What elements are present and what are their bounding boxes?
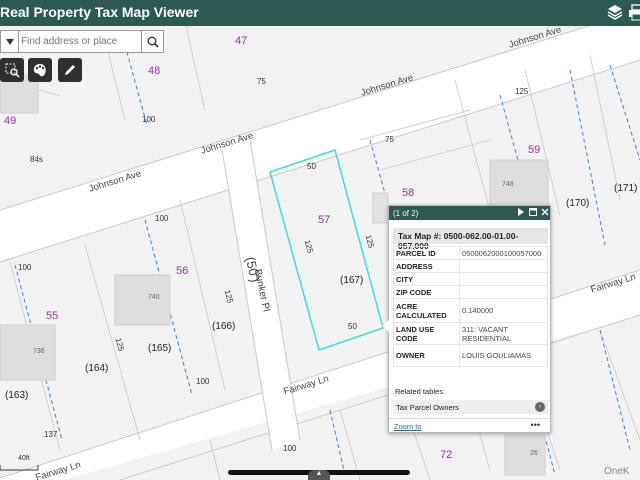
building-740 (114, 274, 171, 326)
select-parcel-icon (5, 63, 20, 78)
related-table-name: Tax Parcel Owners (396, 403, 459, 412)
palette-icon (33, 64, 46, 77)
select-parcel-button[interactable] (0, 58, 24, 82)
chevron-up-icon[interactable]: ▲ (308, 470, 330, 480)
dimension-label: 736 (33, 348, 45, 355)
popup-pointer (382, 320, 389, 332)
parcel-attribute-table: PARCEL ID 0500062000100057000 ADDRESS CIT… (393, 246, 548, 367)
popup-title: Tax Map #: 0500-062.00-01.00-057.000 (393, 228, 548, 251)
dimension-label: 100 (142, 115, 156, 124)
zoom-to-link[interactable]: Zoom to (394, 422, 422, 431)
measure-pencil-icon (65, 65, 75, 75)
lot-number: 59 (528, 144, 541, 156)
lot-number: 57 (318, 214, 331, 226)
table-row: OWNER LOUIS GOULIAMAS (393, 344, 548, 367)
field-label: ADDRESS (393, 259, 460, 273)
field-value: LOUIS GOULIAMAS (459, 344, 548, 367)
search-source-dropdown[interactable] (1, 31, 19, 52)
dimension-label: 84s (30, 155, 43, 164)
parcel-id-label: (170) (566, 198, 590, 209)
watermark: OneK (604, 466, 630, 477)
search-bar (0, 30, 164, 53)
parcel-id-label: (171) (614, 183, 638, 194)
dimension-label: 748 (502, 181, 514, 188)
lot-number: 47 (235, 35, 248, 47)
field-label: CITY (393, 272, 460, 286)
field-label: OWNER (393, 344, 460, 367)
table-row: ZIP CODE (393, 285, 548, 299)
table-row: LAND USE CODE 311: VACANT RESIDENTIAL (393, 322, 548, 345)
parcel-id-label: (165) (148, 343, 172, 354)
field-value: 0.140000 (459, 298, 548, 323)
dimension-label: 26 (530, 450, 538, 457)
search-icon (147, 36, 159, 48)
dimension-label: 125 (515, 87, 529, 96)
building-748 (489, 159, 549, 211)
field-value: 0500062000100057000 (459, 246, 548, 260)
dimension-label: 100 (283, 444, 297, 453)
related-tables-label: Related tables: (395, 387, 446, 396)
layers-icon[interactable] (606, 3, 626, 23)
field-value (459, 272, 548, 286)
popup-header: (1 of 2) (389, 206, 550, 220)
parcel-id-label: (166) (212, 321, 236, 332)
print-icon[interactable] (628, 3, 640, 23)
table-row: ACRE CALCULATED 0.140000 (393, 298, 548, 323)
lot-number: 55 (46, 310, 59, 322)
building-736 (0, 324, 56, 381)
dimension-label: 75 (257, 77, 266, 86)
field-label: PARCEL ID (393, 246, 460, 260)
measure-button[interactable] (58, 58, 82, 82)
scale-bar-line (0, 465, 39, 471)
dimension-label: 740 (148, 294, 160, 301)
app-header: Real Property Tax Map Viewer (0, 0, 640, 26)
dimension-label: 50 (348, 322, 357, 331)
parcel-id-label: (163) (5, 390, 29, 401)
dock-popup-icon[interactable] (529, 208, 539, 218)
field-value: 311: VACANT RESIDENTIAL (459, 322, 548, 345)
dimension-label: 100 (18, 263, 32, 272)
dimension-label: 75 (385, 135, 394, 144)
lot-number: 48 (148, 65, 161, 77)
table-row: CITY (393, 272, 548, 286)
building-26 (504, 434, 546, 476)
lot-number: 56 (176, 265, 189, 277)
popup-footer: Zoom to ••• (389, 418, 550, 433)
popup-feature-count: (1 of 2) (393, 209, 419, 218)
dimension-label: 100 (196, 377, 210, 386)
search-button[interactable] (141, 31, 163, 52)
symbology-button[interactable] (28, 58, 52, 82)
app-title: Real Property Tax Map Viewer (0, 4, 199, 20)
field-label: ZIP CODE (393, 285, 460, 299)
more-actions-icon[interactable]: ••• (531, 420, 540, 430)
dimension-label: 100 (155, 214, 169, 223)
chevron-right-icon: › (535, 402, 545, 412)
dimension-label: 137 (44, 430, 58, 439)
table-row: PARCEL ID 0500062000100057000 (393, 246, 548, 260)
field-value (459, 259, 548, 273)
search-input[interactable] (21, 32, 139, 51)
field-label: LAND USE CODE (393, 322, 460, 345)
field-value (459, 285, 548, 299)
field-label: ACRE CALCULATED (393, 298, 460, 323)
parcel-popup: (1 of 2) Tax Map #: 0500-062.00-01.00-05… (382, 205, 551, 433)
selected-parcel-57 (269, 149, 384, 351)
caret-down-icon (5, 38, 14, 45)
lot-number: 72 (440, 449, 453, 461)
parcel-id-label: (164) (85, 363, 109, 374)
dimension-label: 50 (307, 162, 316, 171)
related-table-tax-parcel-owners[interactable]: Tax Parcel Owners › (393, 400, 548, 414)
lot-number: 49 (4, 115, 17, 127)
scale-label: 40ft (18, 455, 30, 462)
close-icon[interactable] (541, 208, 551, 218)
lot-number: 58 (402, 187, 415, 199)
table-row: ADDRESS (393, 259, 548, 273)
parcel-id-label: (167) (340, 275, 364, 286)
next-feature-icon[interactable] (517, 208, 527, 218)
